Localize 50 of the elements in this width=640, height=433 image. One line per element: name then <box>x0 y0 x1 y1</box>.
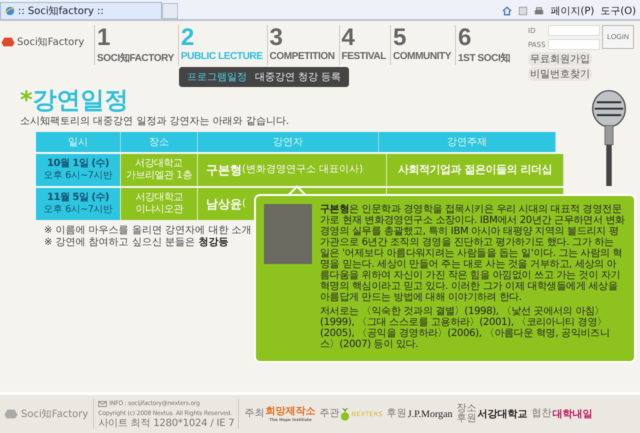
logo-icon <box>0 36 16 48</box>
sponsor-role: 장소후원 <box>456 404 477 424</box>
tools-menu[interactable]: 도구(O) <box>600 4 636 18</box>
date-cell: 11월 5일 (수) 오후 6시~7시반 <box>36 188 121 220</box>
nav-item[interactable]: 4 FESTIVAL <box>338 25 386 65</box>
submenu-link[interactable]: 프로그램일정 <box>186 70 247 84</box>
footer-logo: Soci知Factory <box>21 408 88 421</box>
sponsor-logo[interactable]: 서강대학교 <box>478 408 528 420</box>
site-logo[interactable]: Soci知Factory <box>17 35 84 49</box>
nav-item[interactable]: 3 COMPETITION <box>266 25 335 65</box>
note-text: ※ 강연에 참여하고 싶으신 분들은 청강등 <box>44 237 230 249</box>
sponsor-role: 협찬 <box>532 409 552 419</box>
page-menu[interactable]: 페이지(P) <box>550 4 594 18</box>
home-icon[interactable] <box>502 6 512 16</box>
sponsor-role: 주관 <box>319 409 340 419</box>
column-header: 강연자 <box>198 132 379 152</box>
sponsor-logo[interactable]: 대학내일 <box>552 408 593 420</box>
speaker-bio: 구본형은 인문학과 경영학을 접목시키은 우리 시대의 대표적 경영전문가로 현재 변화경영연구소 소장이다. IBM에서 20년간 근무하면서 변화경영의 실무를 총괄했고, 특히 IBM 아시아 태평양 지역의 볼드리지 평가관으로 6년간 조직의 경영을 진단하고 평가하기도 했다. 그가 하는 일은 '어제보다 아름다워지려는 사람들을 돕는 일'이다. 그는 사람의 혁명을 믿는다. 세상이 만들어 주는 대로 사는 것을 거부하고, 세상의 아름다움을 위하여 자신이 가진 작은 힘을 아낌없이 쓰고 가는 것이 자기혁명의 핵심이라고 믿고 있다. 이러한 그가 이제 대학생들에게 세상을 아름답게 만드는 방법에 대해 이야기하려 한다. <box>320 204 626 303</box>
id-field[interactable] <box>548 25 600 36</box>
nav-item[interactable]: 1 SOCI知FACTORY <box>94 25 174 65</box>
page-title: 강연일정 <box>32 87 129 113</box>
browser-icon <box>5 6 15 16</box>
sponsor-role: 주최 <box>244 409 264 419</box>
account-link[interactable]: 비밀번호찾기 <box>528 67 592 81</box>
logo-icon <box>3 408 19 420</box>
title-asterisk: * <box>20 87 33 113</box>
new-tab-button[interactable] <box>162 3 178 19</box>
page-subtitle: 소시知팩토리의 대중강연 일정과 강연자는 아래와 같습니다. <box>20 115 290 128</box>
browser-tab[interactable]: :: Soci知factory :: <box>0 2 162 19</box>
sponsor-role: 후원 <box>386 409 407 419</box>
print-icon[interactable] <box>534 6 544 16</box>
column-header: 강연주제 <box>379 132 556 152</box>
sprout-icon <box>340 407 350 421</box>
account-link[interactable]: 무료회원가입 <box>528 52 592 66</box>
submenu-link[interactable]: 대중강연 청강 등록 <box>254 70 342 84</box>
nav-item[interactable]: 6 1ST SOCI知 <box>455 25 510 65</box>
photo-placeholder <box>264 204 312 264</box>
column-header: 일시 <box>36 132 121 152</box>
topic-cell: 사회적기업과 젊은이들의 리더십 <box>387 154 564 186</box>
place-cell: 서강대학교 가브리엘관 1층 <box>121 154 198 186</box>
mail-icon <box>98 401 108 407</box>
sponsor-logo[interactable]: J.P.Morgan <box>408 408 453 420</box>
speaker-bio: 저서로는 〈익숙한 것과의 결별〉(1998), 〈낯선 곳에서의 아침〉(1999), 〈그대 스스로를 고용하라〉(2001), 〈코리아니티 경영〉(2005), 〈공익을 경영하라〉(2006), 〈아름다운 혁명, 공익비즈니스〉(2007) 등이 있다. <box>320 306 611 350</box>
password-field[interactable] <box>548 39 600 50</box>
column-header: 장소 <box>121 132 198 152</box>
note-text: ※ 이름에 마우스를 올리면 강연자에 대한 소개 <box>44 225 252 237</box>
date-cell: 10월 1일 (수) 오후 6시~7시반 <box>36 154 121 186</box>
resolution-note: 사이트 최적 1280*1024 / IE 7 <box>98 419 234 429</box>
place-cell: 서강대학교 이냐시오관 <box>121 188 198 220</box>
nav-item[interactable]: 5 COMMUNITY <box>390 25 452 65</box>
